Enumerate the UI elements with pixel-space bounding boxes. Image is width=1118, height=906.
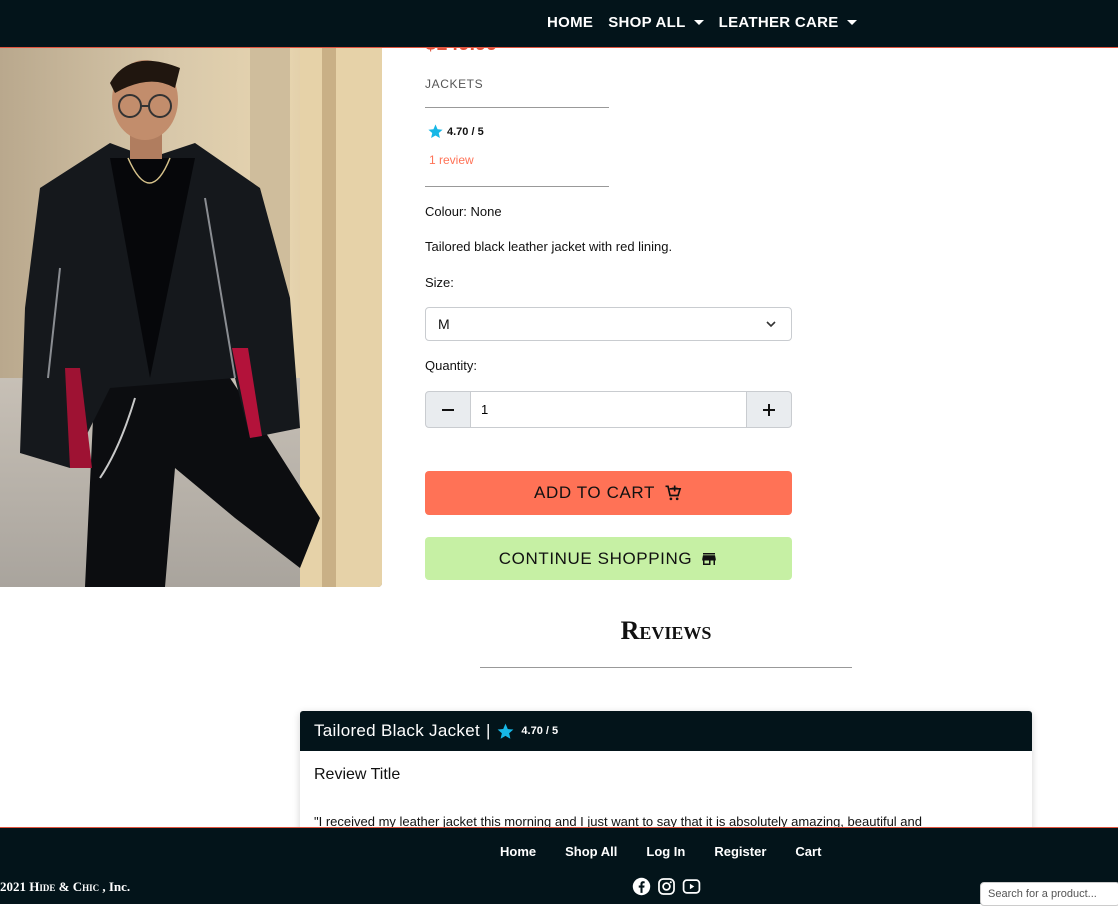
divider [425, 107, 609, 108]
footer-link-register[interactable]: Register [714, 844, 766, 859]
header-separator: | [485, 721, 491, 740]
review-count-link[interactable]: 1 review [429, 153, 474, 167]
minus-icon [442, 408, 454, 411]
rating-value: 4.70 / 5 [447, 125, 484, 138]
footer-link-cart[interactable]: Cart [795, 844, 821, 859]
footer-nav: Home Shop All Log In Register Cart [500, 844, 821, 859]
nav-shop-all-label: SHOP ALL [608, 14, 686, 31]
footer: Home Shop All Log In Register Cart 2021 … [0, 827, 1118, 906]
continue-shopping-label: CONTINUE SHOPPING [498, 548, 693, 568]
product-image [0, 48, 382, 587]
increment-button[interactable] [746, 391, 792, 428]
add-to-cart-button[interactable]: ADD TO CART [425, 471, 792, 515]
nav-shop-all-dropdown[interactable]: SHOP ALL [608, 14, 704, 31]
cart-plus-icon [665, 485, 682, 501]
review-card-header: Tailored Black Jacket | 4.70 / 5 [300, 711, 1032, 751]
nav-home-label: HOME [547, 14, 594, 31]
review-card: Tailored Black Jacket | 4.70 / 5 Review … [300, 711, 1032, 841]
reviews-heading: Reviews [620, 616, 712, 645]
star-icon [428, 124, 443, 139]
size-selected-value: M [438, 316, 450, 332]
size-select[interactable]: M [425, 307, 792, 341]
footer-link-home[interactable]: Home [500, 844, 536, 859]
quantity-label: Quantity: [425, 358, 478, 373]
product-rating: 4.70 / 5 [427, 123, 484, 140]
facebook-icon[interactable] [632, 877, 651, 896]
product-description: Tailored black leather jacket with red l… [425, 239, 673, 254]
review-rating: 4.70 / 5 [521, 725, 559, 737]
divider [480, 667, 852, 668]
chevron-down-icon [766, 321, 776, 328]
star-icon [497, 723, 514, 739]
product-category: JACKETS [425, 77, 484, 91]
divider [425, 186, 609, 187]
plus-icon [763, 403, 775, 416]
nav-leather-care-dropdown[interactable]: LEATHER CARE [719, 14, 857, 31]
nav-home[interactable]: HOME [547, 14, 593, 31]
continue-shopping-button[interactable]: CONTINUE SHOPPING [425, 537, 792, 580]
search-input[interactable] [980, 882, 1118, 906]
quantity-stepper [425, 391, 792, 428]
instagram-icon[interactable] [657, 877, 676, 896]
review-title: Review Title [314, 766, 401, 783]
nav-leather-care-label: LEATHER CARE [718, 14, 839, 31]
main-nav: HOME SHOP ALL LEATHER CARE [547, 14, 857, 31]
top-navbar: HOME SHOP ALL LEATHER CARE [0, 0, 1118, 48]
decrement-button[interactable] [425, 391, 471, 428]
store-icon [702, 552, 716, 565]
youtube-icon[interactable] [682, 877, 701, 896]
footer-link-shop-all[interactable]: Shop All [565, 844, 617, 859]
caret-down-icon [693, 20, 704, 25]
review-product-name: Tailored Black Jacket [314, 721, 480, 740]
social-links [632, 877, 701, 896]
quantity-input[interactable] [471, 391, 746, 428]
copyright-suffix: , Inc. [102, 879, 131, 894]
size-label: Size: [425, 275, 454, 290]
footer-link-log-in[interactable]: Log In [646, 844, 685, 859]
colour-label: Colour: None [425, 204, 502, 219]
copyright-year: 2021 [0, 879, 26, 894]
brand-name: Hide & Chic [29, 879, 100, 894]
add-to-cart-label: ADD TO CART [534, 483, 655, 502]
copyright: 2021 Hide & Chic , Inc. [0, 879, 130, 895]
caret-down-icon [846, 20, 857, 25]
